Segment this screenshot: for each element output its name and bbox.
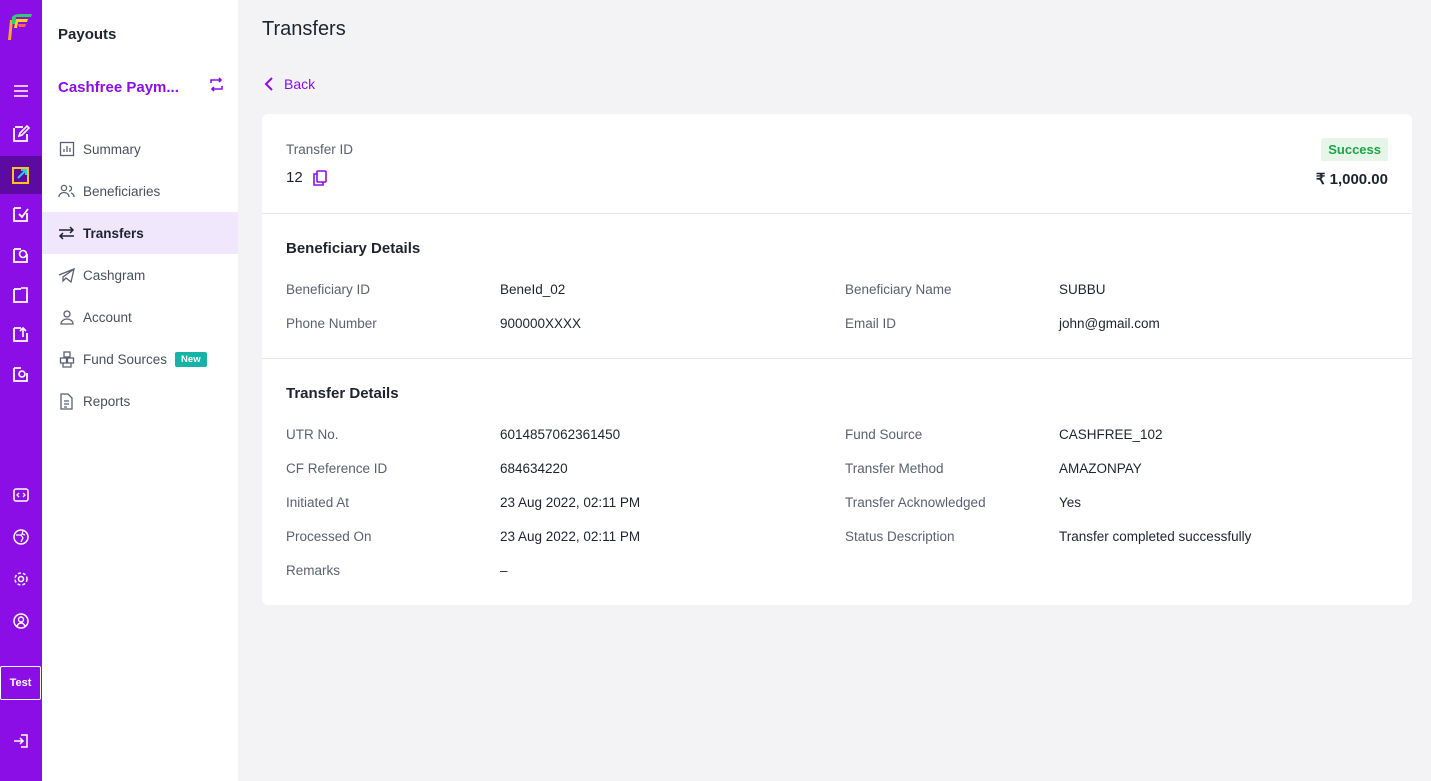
payouts-icon[interactable]	[0, 156, 42, 194]
transfer-id-text: 12	[286, 169, 303, 186]
transfer-arrows-icon	[58, 225, 75, 242]
detail-row: Remarks –	[262, 563, 1412, 597]
transfer-header: Transfer ID 12 Success ₹ 1,000.00	[262, 114, 1412, 214]
detail-row: Processed On 23 Aug 2022, 02:11 PM Statu…	[262, 529, 1412, 563]
cashfree-logo-icon[interactable]	[6, 12, 34, 42]
sidebar-item-label: Beneficiaries	[83, 183, 161, 199]
detail-value: 6014857062361450	[500, 427, 621, 442]
sidebar-nav: Summary Beneficiaries Transfers Cashgram…	[42, 128, 238, 422]
refresh-document-icon[interactable]	[0, 236, 42, 274]
boxes-icon	[58, 350, 75, 368]
detail-label: Processed On	[286, 529, 372, 544]
sidebar-item-fund-sources[interactable]: Fund Sources New	[42, 338, 238, 380]
detail-value: –	[500, 563, 508, 578]
edit-document-icon[interactable]	[0, 115, 42, 153]
person-icon	[58, 309, 75, 326]
file-icon	[58, 392, 75, 410]
new-badge: New	[175, 351, 207, 367]
globe-icon[interactable]	[0, 518, 42, 556]
detail-value: Transfer completed successfully	[1059, 529, 1252, 544]
app-title: Payouts	[58, 26, 117, 43]
users-icon	[58, 183, 75, 200]
bar-chart-icon	[58, 141, 75, 158]
detail-value: CASHFREE_102	[1059, 427, 1163, 442]
sidebar-item-transfers[interactable]: Transfers	[42, 212, 238, 254]
detail-value: AMAZONPAY	[1059, 461, 1142, 476]
detail-label: Phone Number	[286, 316, 377, 331]
chevron-left-icon	[264, 77, 273, 91]
transfer-id-label: Transfer ID	[286, 142, 354, 157]
back-label: Back	[284, 76, 316, 92]
detail-label: Fund Source	[845, 427, 923, 442]
detail-value: john@gmail.com	[1059, 316, 1160, 331]
detail-label: Remarks	[286, 563, 341, 578]
document-circle-icon[interactable]	[0, 355, 42, 393]
status-badge: Success	[1321, 138, 1388, 161]
detail-row: CF Reference ID 684634220 Transfer Metho…	[262, 461, 1412, 495]
copy-icon[interactable]	[312, 169, 327, 186]
back-link[interactable]: Back	[264, 76, 315, 92]
detail-value: 900000XXXX	[500, 316, 582, 331]
beneficiary-details-section: Beneficiary Details Beneficiary ID BeneI…	[262, 214, 1412, 359]
detail-label: UTR No.	[286, 427, 339, 442]
account-name: Cashfree Paym...	[58, 78, 179, 96]
developer-icon[interactable]	[0, 476, 42, 514]
document-icon[interactable]	[0, 276, 42, 314]
detail-label: Email ID	[845, 316, 897, 331]
detail-label: Initiated At	[286, 495, 350, 510]
transfer-detail-card: Transfer ID 12 Success ₹ 1,000.00 Benefi…	[262, 114, 1412, 605]
sidebar-item-label: Reports	[83, 393, 131, 409]
sidebar-item-label: Fund Sources	[83, 351, 168, 367]
detail-value: Yes	[1059, 495, 1082, 510]
sidebar-item-label: Account	[83, 309, 132, 325]
transfer-id-value: 12	[286, 169, 327, 186]
detail-row: Initiated At 23 Aug 2022, 02:11 PM Trans…	[262, 495, 1412, 529]
sidebar-item-label: Summary	[83, 141, 141, 157]
detail-value: SUBBU	[1059, 282, 1106, 297]
check-document-icon[interactable]	[0, 195, 42, 233]
profile-icon[interactable]	[0, 602, 42, 640]
logout-icon[interactable]	[0, 722, 42, 760]
detail-label: CF Reference ID	[286, 461, 388, 476]
detail-value: 23 Aug 2022, 02:11 PM	[500, 495, 641, 510]
icon-rail: Test	[0, 0, 42, 781]
sidebar-item-label: Transfers	[83, 225, 144, 241]
sidebar-item-label: Cashgram	[83, 267, 146, 283]
sidebar-item-beneficiaries[interactable]: Beneficiaries	[42, 170, 238, 212]
transfer-amount: ₹ 1,000.00	[1315, 171, 1388, 188]
transfer-details-section: Transfer Details UTR No. 601485706236145…	[262, 359, 1412, 605]
sidebar-item-cashgram[interactable]: Cashgram	[42, 254, 238, 296]
account-switcher[interactable]: Cashfree Paym...	[58, 76, 224, 98]
environment-test-chip[interactable]: Test	[0, 666, 41, 700]
switch-account-icon[interactable]	[209, 77, 224, 97]
detail-row: Phone Number 900000XXXX Email ID john@gm…	[262, 316, 1412, 350]
detail-value: BeneId_02	[500, 282, 566, 297]
settings-icon[interactable]	[0, 560, 42, 598]
sidebar-item-account[interactable]: Account	[42, 296, 238, 338]
detail-value: 684634220	[500, 461, 568, 476]
detail-label: Status Description	[845, 529, 955, 544]
detail-label: Beneficiary ID	[286, 282, 371, 297]
document-upload-icon[interactable]	[0, 315, 42, 353]
detail-value: 23 Aug 2022, 02:11 PM	[500, 529, 641, 544]
secondary-sidebar: Payouts Cashfree Paym... Summary Benefic…	[42, 0, 238, 781]
detail-row: Beneficiary ID BeneId_02 Beneficiary Nam…	[262, 282, 1412, 316]
paper-plane-icon	[58, 267, 75, 284]
page-title: Transfers	[262, 18, 346, 40]
detail-label: Transfer Acknowledged	[845, 495, 986, 510]
section-title: Beneficiary Details	[286, 240, 421, 257]
detail-label: Transfer Method	[845, 461, 944, 476]
menu-icon[interactable]	[0, 72, 42, 110]
sidebar-item-reports[interactable]: Reports	[42, 380, 238, 422]
detail-label: Beneficiary Name	[845, 282, 952, 297]
sidebar-item-summary[interactable]: Summary	[42, 128, 238, 170]
section-title: Transfer Details	[286, 385, 399, 402]
detail-row: UTR No. 6014857062361450 Fund Source CAS…	[262, 427, 1412, 461]
